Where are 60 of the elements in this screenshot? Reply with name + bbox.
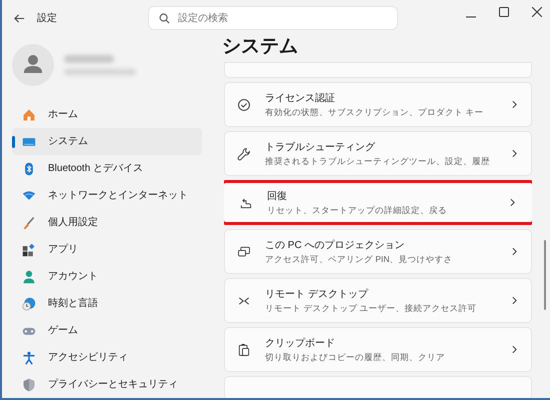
sidebar-item[interactable]: プライバシーとセキュリティ: [12, 371, 202, 398]
scrollbar[interactable]: [544, 240, 546, 310]
brush-icon: [22, 216, 36, 230]
person-icon: [22, 270, 36, 284]
house-icon: [22, 108, 36, 122]
sidebar-item[interactable]: 個人用設定: [12, 209, 202, 236]
sidebar-item[interactable]: ホーム: [12, 101, 202, 128]
window-title: 設定: [37, 12, 57, 26]
bluetooth-icon: [22, 162, 36, 176]
wrench-icon: [237, 146, 251, 160]
settings-card[interactable]: トラブルシューティング 推奨されるトラブルシューティングツール、設定、履歴: [224, 131, 532, 176]
chevron-right-icon: [512, 296, 517, 305]
shield-icon: [22, 378, 36, 392]
sidebar-item[interactable]: システム: [12, 128, 202, 155]
sidebar-item[interactable]: Bluetooth とデバイス: [12, 155, 202, 182]
chevron-right-icon: [512, 100, 517, 109]
card-title: ライセンス認証: [265, 92, 336, 106]
sidebar-item[interactable]: 時刻と言語: [12, 290, 202, 317]
back-arrow-icon[interactable]: [14, 12, 25, 24]
page-title: システム: [222, 35, 299, 59]
check-circle-icon: [237, 98, 251, 112]
settings-card[interactable]: リモート デスクトップ リモート デスクトップ ユーザー、接続アクセス許可: [224, 278, 532, 323]
sidebar-item[interactable]: ゲーム: [12, 317, 202, 344]
chevron-right-icon: [512, 247, 517, 256]
wifi-icon: [22, 188, 36, 202]
card-description: リセット、スタートアップの詳細設定、戻る: [267, 204, 448, 216]
settings-card[interactable]: 回復 リセット、スタートアップの詳細設定、戻る: [224, 180, 532, 225]
sidebar-item[interactable]: アプリ: [12, 236, 202, 263]
sidebar-item[interactable]: ネットワークとインターネット: [12, 182, 202, 209]
chevron-right-icon: [512, 149, 517, 158]
card-description: 推奨されるトラブルシューティングツール、設定、履歴: [265, 154, 491, 166]
card-description: アクセス許可、ペアリング PIN、見つけやすさ: [265, 252, 454, 264]
settings-card[interactable]: クリップボード 切り取りおよびコピーの履歴、同期、クリア: [224, 327, 532, 372]
sidebar-item[interactable]: アカウント: [12, 263, 202, 290]
chevron-right-icon: [510, 198, 515, 207]
settings-card[interactable]: この PC へのプロジェクション アクセス許可、ペアリング PIN、見つけやすさ: [224, 229, 532, 274]
search-icon: [159, 12, 170, 24]
card-description: 有効化の状態、サブスクリプション、プロダクト キー: [265, 106, 484, 118]
card-description: リモート デスクトップ ユーザー、接続アクセス許可: [265, 302, 478, 314]
clipboard-icon: [237, 342, 251, 356]
card-title: リモート デスクトップ: [265, 288, 370, 302]
screens-icon: [237, 244, 251, 258]
card-description: 切り取りおよびコピーの履歴、同期、クリア: [265, 350, 446, 362]
card-title: この PC へのプロジェクション: [265, 238, 406, 252]
sidebar-item[interactable]: アクセシビリティ: [12, 344, 202, 371]
close-icon[interactable]: [532, 7, 542, 17]
card-title: トラブルシューティング: [265, 140, 376, 154]
apps-icon: [22, 242, 36, 256]
blurred-account-info: [64, 55, 136, 75]
search-input: 設定の検索: [178, 10, 387, 26]
card-title: クリップボード: [265, 336, 336, 350]
settings-card[interactable]: ライセンス認証 有効化の状態、サブスクリプション、プロダクト キー: [224, 82, 532, 127]
accessibility-person-icon: [22, 350, 36, 364]
chevron-right-icon: [512, 345, 517, 354]
maximize-icon[interactable]: [499, 7, 509, 17]
search-field[interactable]: 設定の検索: [148, 6, 398, 30]
clock-globe-icon: [22, 296, 36, 310]
card-title: 回復: [267, 190, 288, 204]
avatar-icon: [12, 44, 54, 86]
selection-indicator: [12, 136, 15, 148]
